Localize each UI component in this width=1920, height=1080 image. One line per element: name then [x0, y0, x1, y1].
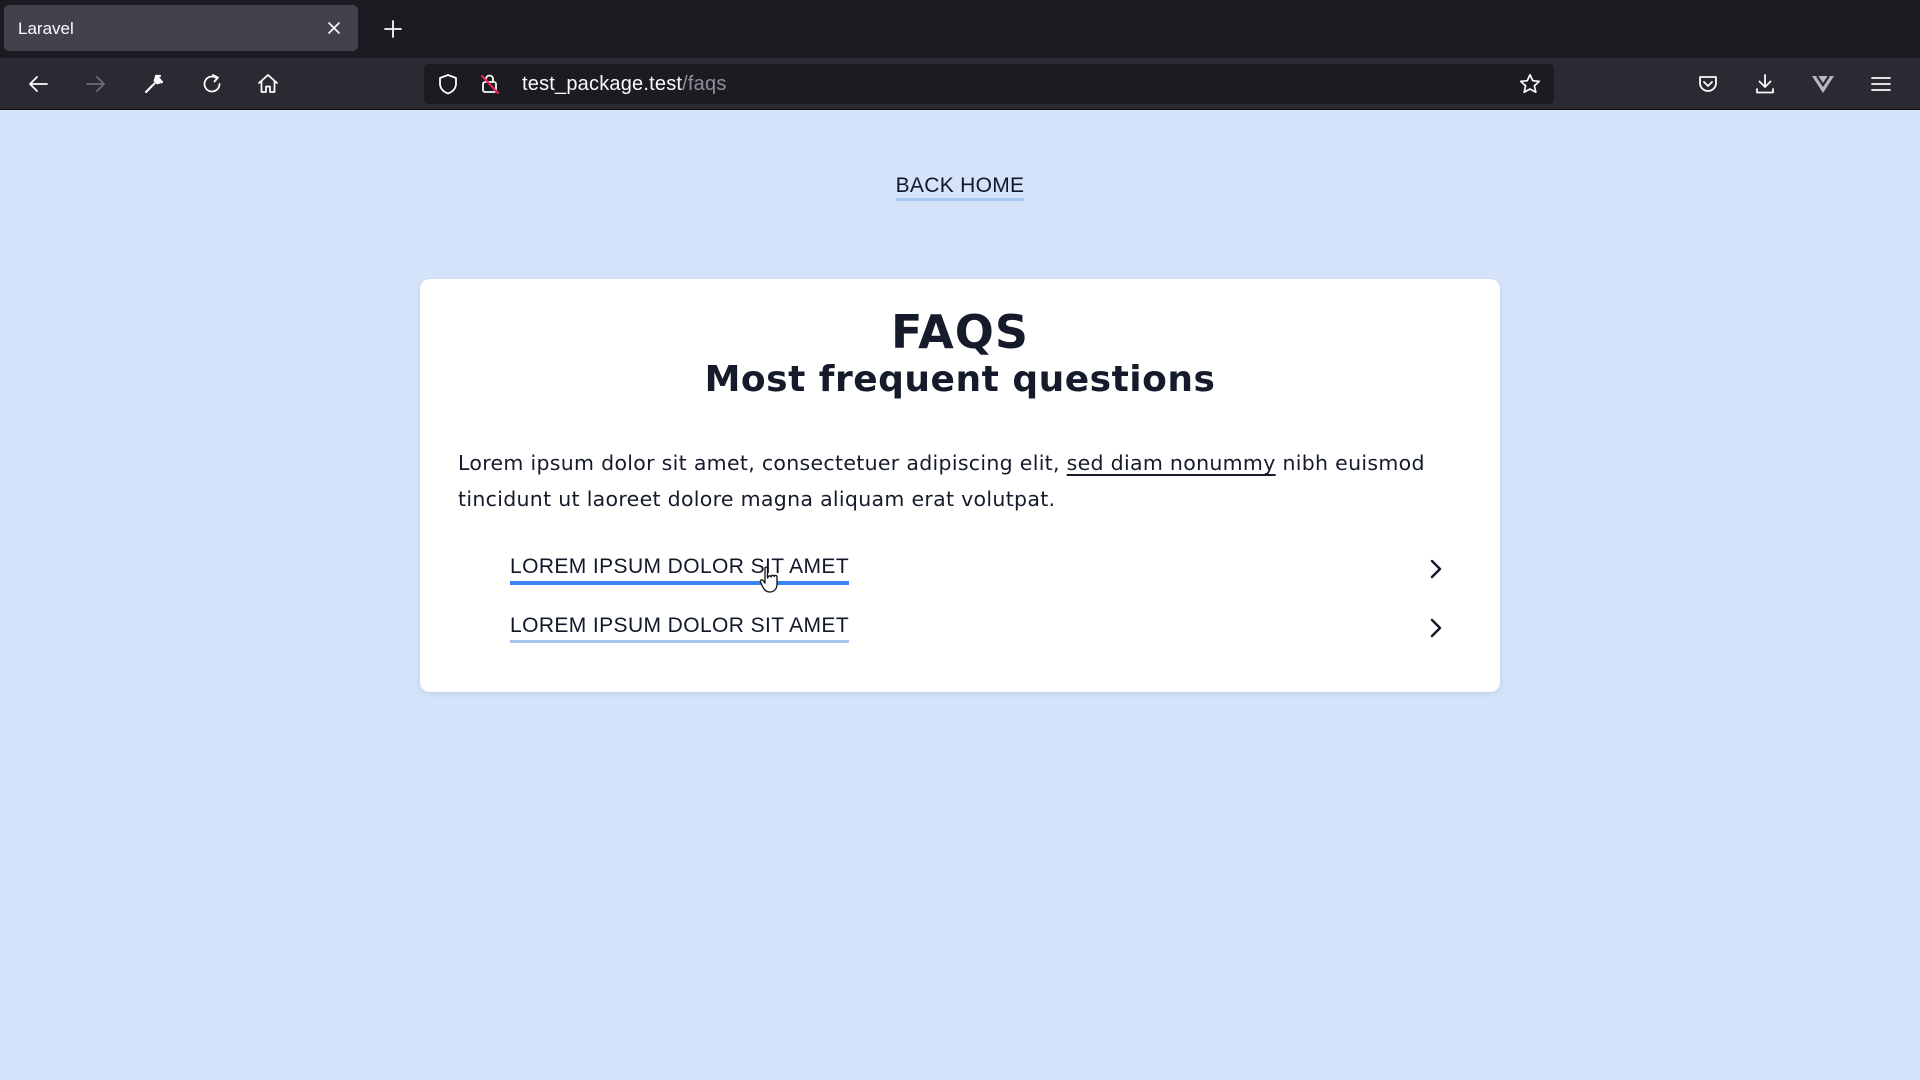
url-host: test_package.test — [522, 73, 683, 95]
back-home-link[interactable]: BACK HOME — [895, 174, 1025, 201]
faq-question[interactable]: LOREM IPSUM DOLOR SIT AMET — [510, 614, 850, 643]
download-icon[interactable] — [1747, 68, 1783, 100]
hamburger-menu-icon[interactable] — [1863, 68, 1899, 100]
wrench-icon[interactable] — [136, 68, 172, 100]
url-text: test_package.test/faqs — [522, 73, 727, 96]
faq-item[interactable]: LOREM IPSUM DOLOR SIT AMET — [510, 610, 1450, 650]
faq-card: FAQS Most frequent questions Lorem ipsum… — [420, 279, 1500, 692]
arrow-right-icon[interactable] — [78, 68, 114, 100]
page-subtitle: Most frequent questions — [704, 359, 1216, 400]
intro-link[interactable]: sed diam nonummy — [1067, 451, 1276, 475]
arrow-left-icon[interactable] — [20, 68, 56, 100]
star-icon[interactable] — [1516, 70, 1544, 98]
hand-pointer-cursor-icon — [759, 566, 781, 594]
extension-icon[interactable] — [1805, 68, 1841, 100]
browser-tab[interactable]: Laravel — [4, 5, 358, 51]
home-icon[interactable] — [250, 68, 286, 100]
tab-strip: Laravel — [0, 0, 1920, 58]
plus-icon[interactable] — [378, 14, 408, 44]
url-path: /faqs — [682, 73, 727, 95]
reload-icon[interactable] — [194, 68, 230, 100]
faq-item[interactable]: LOREM IPSUM DOLOR SIT AMET — [510, 551, 1450, 591]
page-title: FAQS — [891, 305, 1029, 359]
shield-icon[interactable] — [434, 70, 462, 98]
close-icon[interactable] — [322, 16, 346, 40]
url-bar[interactable]: test_package.test/faqs — [424, 64, 1554, 104]
chevron-right-icon[interactable] — [1422, 555, 1450, 583]
navigation-toolbar: test_package.test/faqs — [0, 58, 1920, 110]
lock-warning-icon[interactable] — [476, 70, 504, 98]
chevron-right-icon[interactable] — [1422, 614, 1450, 642]
intro-text-before: Lorem ipsum dolor sit amet, consectetuer… — [458, 451, 1067, 475]
intro-paragraph: Lorem ipsum dolor sit amet, consectetuer… — [458, 445, 1468, 517]
faq-question[interactable]: LOREM IPSUM DOLOR SIT AMET — [510, 555, 850, 585]
back-home-container: BACK HOME — [0, 174, 1920, 201]
pocket-icon[interactable] — [1690, 68, 1726, 100]
tab-title: Laravel — [18, 19, 74, 38]
